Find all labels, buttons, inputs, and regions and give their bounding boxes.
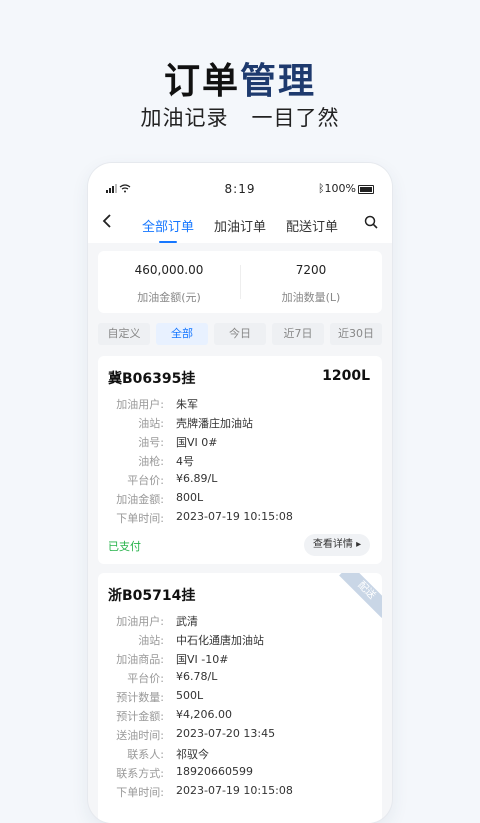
field-label: 预计数量: <box>116 691 164 704</box>
field-label: 送油时间: <box>116 729 164 742</box>
tab-fuel-orders[interactable]: 加油订单 <box>214 216 266 235</box>
field-label: 预计金额: <box>116 710 164 723</box>
field-value: 2023-07-20 13:45 <box>176 727 276 740</box>
filter-7days[interactable]: 近7日 <box>272 323 324 345</box>
field-label: 油站: <box>138 634 164 647</box>
back-arrow-icon[interactable] <box>102 213 112 234</box>
field-label: 下单时间: <box>116 786 164 799</box>
field-value: 2023-07-19 10:15:08 <box>176 784 293 797</box>
date-filter-bar: 自定义 全部 今日 近7日 近30日 <box>98 323 382 345</box>
field-label: 联系方式: <box>116 767 164 780</box>
stat-amount-value: 460,000.00 <box>134 263 204 277</box>
status-right: ᛒ100% <box>318 182 374 195</box>
field-label: 油站: <box>138 417 164 430</box>
field-label: 加油用户: <box>116 615 164 628</box>
field-value: 国VI -10# <box>176 653 229 666</box>
filter-today[interactable]: 今日 <box>214 323 266 345</box>
hero-title: 订单管理 <box>0 52 480 104</box>
field-value: 500L <box>176 689 204 702</box>
hero-title-part2: 管理 <box>240 61 317 102</box>
tab-all-orders[interactable]: 全部订单 <box>142 216 194 243</box>
order-plate: 冀B06395挂 <box>108 371 196 387</box>
field-value: 祁驭今 <box>176 748 209 761</box>
field-value: 中石化通唐加油站 <box>176 634 264 647</box>
field-label: 加油商品: <box>116 653 164 666</box>
filter-30days[interactable]: 近30日 <box>330 323 382 345</box>
order-volume: 1200L <box>322 368 370 384</box>
tab-delivery-orders[interactable]: 配送订单 <box>286 216 338 235</box>
search-icon[interactable] <box>364 214 378 229</box>
field-label: 平台价: <box>127 672 164 685</box>
hero: 订单管理 加油记录 一目了然 <box>0 0 480 160</box>
payment-status-badge: 已支付 <box>108 540 141 553</box>
order-card[interactable]: 冀B06395挂 1200L 加油用户: 朱军 油站: 壳牌潘庄加油站 油号: 国VI… <box>98 356 382 564</box>
view-details-label: 查看详情 <box>312 539 353 550</box>
stat-amount-label: 加油金额(元) <box>137 291 201 304</box>
battery-percent: 100% <box>324 182 356 195</box>
hero-subtitle: 加油记录 一目了然 <box>140 106 340 130</box>
stat-amount: 460,000.00 加油金额(元) <box>98 251 240 305</box>
field-value: 800L <box>176 491 204 504</box>
filter-all[interactable]: 全部 <box>156 323 208 345</box>
phone-screen: 8:19 ᛒ100% 全部订单 加油订单 配送订单 460,000.00 加油金… <box>88 163 392 823</box>
field-label: 油枪: <box>138 455 164 468</box>
bluetooth-icon: ᛒ <box>317 182 325 195</box>
field-value: 朱军 <box>176 398 198 411</box>
field-value: ¥6.78/L <box>176 670 218 683</box>
order-card[interactable]: 配送 浙B05714挂 加油用户: 武清 油站: 中石化通唐加油站 加油商品: 国VI… <box>98 573 382 823</box>
delivery-ribbon: 配送 <box>339 573 382 618</box>
field-label: 联系人: <box>127 748 164 761</box>
stat-quantity: 7200 加油数量(L) <box>240 251 382 305</box>
field-label: 加油金额: <box>116 493 164 506</box>
field-label: 油号: <box>138 436 164 449</box>
battery-icon <box>358 184 374 194</box>
field-value: 武清 <box>176 615 198 628</box>
status-bar: 8:19 ᛒ100% <box>88 163 392 207</box>
nav-bar: 全部订单 加油订单 配送订单 <box>88 207 392 243</box>
field-value: 壳牌潘庄加油站 <box>176 417 253 430</box>
view-details-button[interactable]: 查看详情 ▸ <box>304 534 370 556</box>
order-plate: 浙B05714挂 <box>108 588 196 604</box>
field-label: 下单时间: <box>116 512 164 525</box>
field-value: 国VI 0# <box>176 436 218 449</box>
hero-title-part1: 订单 <box>163 61 240 102</box>
caret-right-icon: ▸ <box>352 539 362 550</box>
field-value: 18920660599 <box>176 765 253 778</box>
stat-quantity-label: 加油数量(L) <box>281 291 341 304</box>
field-value: ¥4,206.00 <box>176 708 232 721</box>
field-value: 4号 <box>176 455 194 468</box>
field-value: 2023-07-19 10:15:08 <box>176 510 293 523</box>
stat-quantity-value: 7200 <box>295 263 327 277</box>
field-label: 平台价: <box>127 474 164 487</box>
stats-panel: 460,000.00 加油金额(元) 7200 加油数量(L) <box>98 251 382 313</box>
field-value: ¥6.89/L <box>176 472 218 485</box>
filter-custom[interactable]: 自定义 <box>98 323 150 345</box>
field-label: 加油用户: <box>116 398 164 411</box>
